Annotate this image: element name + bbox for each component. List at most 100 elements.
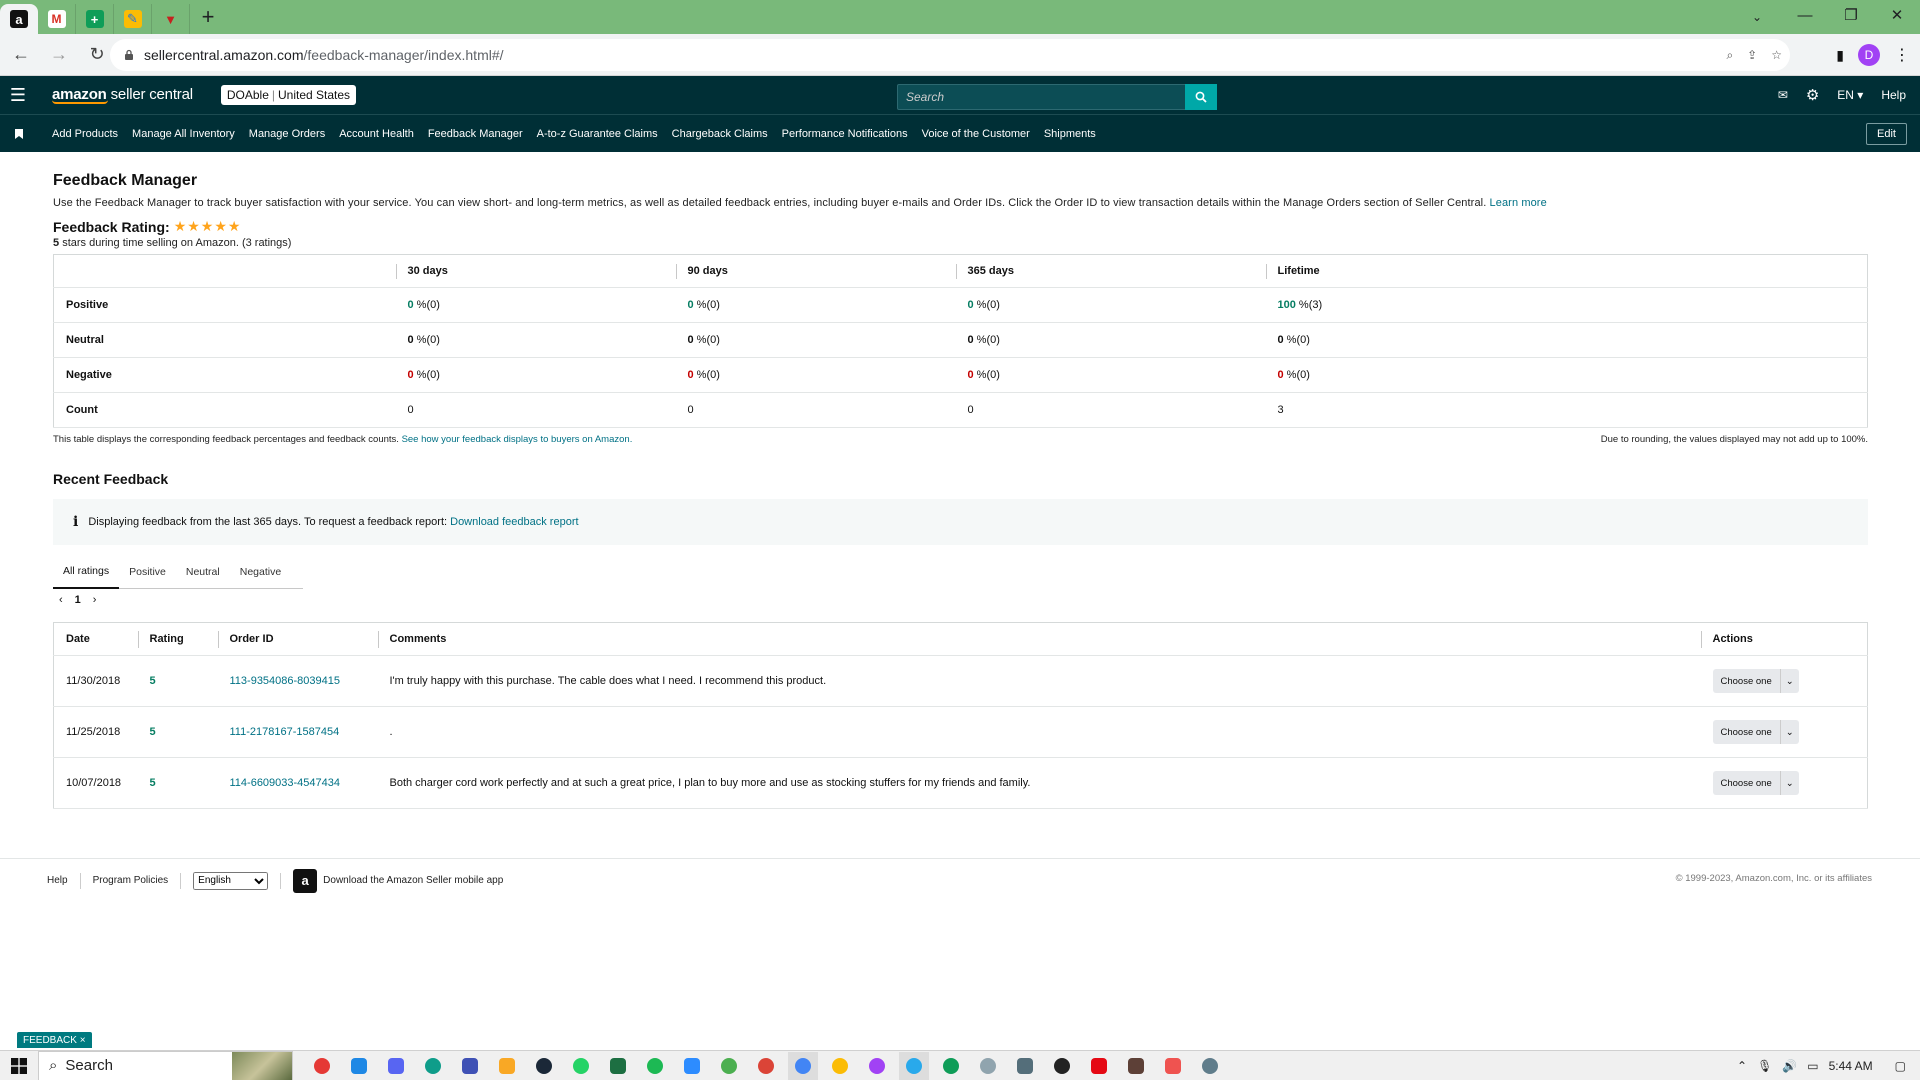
feedback-tab-button[interactable]: FEEDBACK ×	[17, 1032, 92, 1048]
tab-tasks[interactable]: ✎	[114, 4, 152, 34]
tab-search-chevron-icon[interactable]: ⌄	[1742, 4, 1772, 30]
whatsapp-icon[interactable]	[566, 1052, 596, 1080]
col-rating[interactable]: Rating	[137, 622, 218, 656]
order-id-link[interactable]: 113-9354086-8039415	[217, 655, 378, 707]
nav-manage-orders[interactable]: Manage Orders	[249, 128, 325, 140]
edge-icon[interactable]	[418, 1052, 448, 1080]
zoom-icon[interactable]	[677, 1052, 707, 1080]
col-date[interactable]: Date	[53, 622, 138, 656]
col-order-id[interactable]: Order ID	[217, 622, 378, 656]
mail-icon[interactable]: ✉	[1778, 88, 1788, 102]
nav-manage-all-inventory[interactable]: Manage All Inventory	[132, 128, 235, 140]
close-icon[interactable]: ✕	[1874, 0, 1920, 30]
battery-icon[interactable]: ▭	[1807, 1059, 1818, 1073]
nav-feedback-manager[interactable]: Feedback Manager	[428, 128, 523, 140]
bookmark-star-icon[interactable]: ☆	[1771, 48, 1782, 62]
mail-app-icon[interactable]	[344, 1052, 374, 1080]
tab-neutral[interactable]: Neutral	[176, 555, 230, 589]
header-search-input[interactable]	[898, 85, 1185, 109]
search-icon[interactable]	[1185, 84, 1217, 110]
program-policies-link[interactable]: Program Policies	[93, 875, 169, 886]
help-link[interactable]: Help	[1881, 88, 1906, 102]
chrome-icon[interactable]	[825, 1052, 855, 1080]
choose-action-dropdown[interactable]: Choose one ⌄	[1712, 771, 1799, 795]
settings-icon[interactable]	[1195, 1052, 1225, 1080]
notes-icon[interactable]	[1121, 1052, 1151, 1080]
download-app-link[interactable]: Download the Amazon Seller mobile app	[323, 875, 503, 886]
forward-icon[interactable]: →	[42, 38, 76, 72]
tab-gmail[interactable]: M	[38, 4, 76, 34]
chrome-icon[interactable]	[936, 1052, 966, 1080]
order-id-link[interactable]: 114-6609033-4547434	[217, 757, 378, 809]
feedback-display-link[interactable]: See how your feedback displays to buyers…	[402, 434, 633, 445]
store-selector[interactable]: DOAble | United States	[220, 85, 357, 105]
chrome-icon[interactable]	[714, 1052, 744, 1080]
language-selector[interactable]: EN ▾	[1837, 88, 1863, 102]
telegram-icon[interactable]	[899, 1051, 929, 1080]
download-report-link[interactable]: Download feedback report	[450, 516, 578, 528]
chevron-right-icon[interactable]: ›	[93, 594, 97, 606]
reload-icon[interactable]: ↻	[80, 38, 114, 72]
tab-sheets[interactable]: +	[76, 4, 114, 34]
profile-avatar[interactable]: D	[1858, 44, 1880, 66]
tab-negative[interactable]: Negative	[230, 555, 291, 589]
footer-language-select[interactable]: English	[193, 871, 269, 890]
store-icon[interactable]	[455, 1052, 485, 1080]
tab-all-ratings[interactable]: All ratings	[53, 555, 120, 589]
tab-app[interactable]: ▼	[152, 4, 190, 34]
menu-kebab-icon[interactable]: ⋮	[1894, 45, 1910, 65]
gear-icon[interactable]: ⚙	[1806, 86, 1819, 104]
chrome-icon[interactable]	[751, 1052, 781, 1080]
nav-chargeback-claims[interactable]: Chargeback Claims	[672, 128, 768, 140]
nav-performance-notifications[interactable]: Performance Notifications	[782, 128, 908, 140]
order-id-link[interactable]: 111-2178167-1587454	[217, 706, 378, 758]
page-number[interactable]: 1	[75, 594, 81, 606]
obs-icon[interactable]	[1047, 1052, 1077, 1080]
back-icon[interactable]: ←	[4, 38, 38, 72]
seller-central-logo[interactable]: amazon seller central	[52, 86, 193, 104]
nav-account-health[interactable]: Account Health	[339, 128, 414, 140]
app-red-icon[interactable]	[307, 1052, 337, 1080]
chevron-up-icon[interactable]: ⌃	[1737, 1059, 1747, 1073]
notifications-icon[interactable]: ▢	[1895, 1059, 1906, 1073]
nav-add-products[interactable]: Add Products	[52, 128, 118, 140]
tab-positive[interactable]: Positive	[119, 555, 176, 589]
site-info-icon[interactable]	[124, 49, 134, 61]
excel-icon[interactable]	[603, 1052, 633, 1080]
close-icon[interactable]: ×	[80, 1035, 86, 1046]
minimize-icon[interactable]: —	[1782, 0, 1828, 30]
calculator-icon[interactable]	[1010, 1052, 1040, 1080]
taskbar-search[interactable]: ⌕ Search	[38, 1050, 293, 1080]
address-bar[interactable]: sellercentral.amazon.com/feedback-manage…	[110, 39, 1790, 71]
new-tab-button[interactable]: +	[190, 2, 226, 32]
pdf-icon[interactable]	[1158, 1052, 1188, 1080]
volume-icon[interactable]: 🔊	[1782, 1059, 1797, 1073]
amazon-app-icon[interactable]: a	[293, 868, 318, 893]
hamburger-menu-icon[interactable]: ☰	[0, 76, 36, 114]
footer-help-link[interactable]: Help	[47, 875, 68, 886]
nav-voice-of-customer[interactable]: Voice of the Customer	[922, 128, 1030, 140]
chevron-left-icon[interactable]: ‹	[59, 594, 63, 606]
netflix-icon[interactable]	[1084, 1052, 1114, 1080]
restore-icon[interactable]: ❐	[1828, 0, 1874, 30]
chrome-icon[interactable]	[862, 1052, 892, 1080]
share-icon[interactable]: ⇪	[1747, 48, 1757, 62]
clock[interactable]: 5:44 AM	[1829, 1059, 1873, 1073]
bookmark-icon[interactable]	[0, 128, 38, 139]
nav-shipments[interactable]: Shipments	[1044, 128, 1096, 140]
spotify-icon[interactable]	[640, 1052, 670, 1080]
tab-amazon[interactable]: a	[0, 4, 38, 34]
zoom-icon[interactable]: ⌕	[1726, 48, 1733, 63]
discord-icon[interactable]	[381, 1052, 411, 1080]
col-comments[interactable]: Comments	[377, 622, 1701, 656]
side-panel-icon[interactable]: ▮	[1836, 47, 1844, 64]
file-explorer-icon[interactable]	[492, 1052, 522, 1080]
windows-start-icon[interactable]	[0, 1057, 38, 1074]
app-icon[interactable]	[973, 1052, 1003, 1080]
edit-nav-button[interactable]: Edit	[1866, 123, 1907, 145]
learn-more-link[interactable]: Learn more	[1490, 197, 1547, 209]
choose-action-dropdown[interactable]: Choose one ⌄	[1712, 720, 1799, 744]
microphone-icon[interactable]: 🎙	[1757, 1059, 1772, 1073]
steam-icon[interactable]	[529, 1052, 559, 1080]
chrome-icon[interactable]	[788, 1051, 818, 1080]
